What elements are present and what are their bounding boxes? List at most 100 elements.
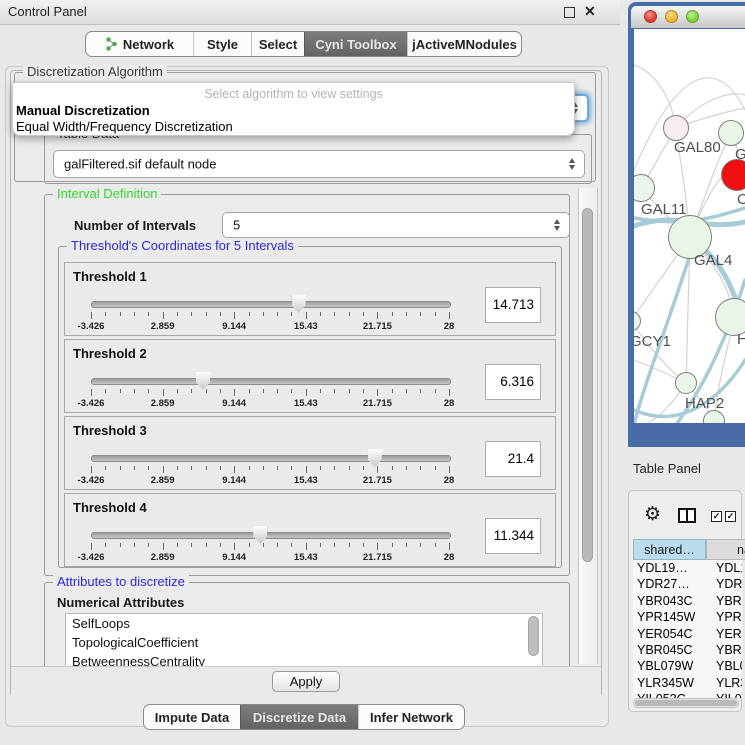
close-icon[interactable]: ✕ xyxy=(584,2,596,20)
tick-label: 2.859 xyxy=(138,475,188,486)
threshold-4-value-field[interactable]: 11.344 xyxy=(485,518,541,554)
threshold-3-row: Threshold 3 -3.426 2.859 9.144 15.43 21.… xyxy=(64,416,556,490)
threshold-3-slider[interactable] xyxy=(91,455,451,462)
list-scrollbar[interactable] xyxy=(528,616,539,656)
table-row[interactable]: YBR045C YBR0 xyxy=(633,642,742,658)
column-header-name[interactable]: na xyxy=(706,539,745,560)
tab-cyni-toolbox[interactable]: Cyni Toolbox xyxy=(304,32,407,56)
tab-network-label: Network xyxy=(123,37,174,52)
threshold-3-label: Threshold 3 xyxy=(73,423,147,438)
slider-ticks xyxy=(91,389,449,397)
close-light-icon[interactable] xyxy=(644,10,657,23)
tab-jactivemnodules[interactable]: jActiveMNodules xyxy=(407,32,521,56)
tick-label: 28 xyxy=(424,475,474,486)
list-item[interactable]: TopologicalCoefficient xyxy=(66,633,542,652)
checkbox-icon[interactable]: ✓ xyxy=(711,511,722,522)
horizontal-scrollbar[interactable] xyxy=(633,698,739,708)
slider-thumb[interactable] xyxy=(196,372,210,390)
tick-label: -3.426 xyxy=(66,398,116,409)
tab-select[interactable]: Select xyxy=(251,32,304,56)
slider-ticks xyxy=(91,466,449,474)
threshold-2-row: Threshold 2 -3.426 2.859 9.144 15.43 21.… xyxy=(64,339,556,413)
tab-network[interactable]: Network xyxy=(86,32,193,56)
table-data-group: Table Data galFiltered.sif default node xyxy=(44,134,592,184)
table-row[interactable]: YER054CYER0 xyxy=(633,626,742,642)
threshold-3-value-field[interactable]: 21.4 xyxy=(485,441,541,477)
zoom-light-icon[interactable] xyxy=(686,10,699,23)
network-node[interactable] xyxy=(675,372,697,394)
table-data-combobox[interactable]: galFiltered.sif default node xyxy=(53,150,585,178)
slider-thumb[interactable] xyxy=(368,449,382,467)
slider-thumb[interactable] xyxy=(292,295,306,313)
tick-label: 9.144 xyxy=(209,321,259,332)
network-node-label: H xyxy=(737,331,745,348)
threshold-4-slider[interactable] xyxy=(91,532,451,539)
list-item[interactable]: SelfLoops xyxy=(66,614,542,633)
table-row[interactable]: YLR345WYLR3 xyxy=(633,675,742,691)
tick-label: 28 xyxy=(424,552,474,563)
tab-style-label: Style xyxy=(207,37,238,52)
column-header-shared[interactable]: shared… xyxy=(633,539,706,560)
network-node-label: C xyxy=(737,191,745,208)
network-node[interactable] xyxy=(721,159,745,191)
column-layout-icon[interactable] xyxy=(678,508,696,523)
interval-definition-title: Interval Definition xyxy=(53,187,161,201)
combo-arrows-icon xyxy=(554,219,560,231)
tick-label: 15.43 xyxy=(281,552,331,563)
popup-option-manual-discretization[interactable]: Manual Discretization xyxy=(16,103,150,118)
slider-thumb[interactable] xyxy=(253,526,267,544)
algorithm-popup-hint: Select algorithm to view settings xyxy=(13,87,574,101)
network-node-label: GAL11 xyxy=(641,201,687,218)
tab-impute-data[interactable]: Impute Data xyxy=(144,705,240,729)
thresholds-group-title: Threshold's Coordinates for 5 Intervals xyxy=(67,239,298,253)
slider-ticks xyxy=(91,312,449,320)
settings-scrollbar-thumb[interactable] xyxy=(582,208,593,562)
algorithm-dropdown-popup: Select algorithm to view settings Manual… xyxy=(12,82,575,136)
gear-icon[interactable]: ⚙ xyxy=(644,505,661,524)
tick-label: 28 xyxy=(424,321,474,332)
threshold-2-value-field[interactable]: 6.316 xyxy=(485,364,541,400)
tick-label: 15.43 xyxy=(281,475,331,486)
cell: YBR0 xyxy=(716,594,742,608)
apply-button[interactable]: Apply xyxy=(272,671,340,692)
table-row[interactable]: YBR043CYBR0 xyxy=(633,593,742,609)
table-row[interactable]: YIL052CYIL0 xyxy=(633,691,742,698)
network-canvas[interactable]: GAL80GACGAL11GAL4GCY1HHAP2 xyxy=(634,29,745,423)
popup-option-equal-width-frequency[interactable]: Equal Width/Frequency Discretization xyxy=(16,119,233,134)
network-window-titlebar[interactable] xyxy=(631,6,745,28)
number-of-intervals-value: 5 xyxy=(233,218,240,233)
tab-discretize-data-label: Discretize Data xyxy=(253,710,346,725)
table-row[interactable]: YPR145WYPR1 xyxy=(633,609,742,625)
network-node[interactable] xyxy=(663,115,689,141)
horizontal-scrollbar-thumb[interactable] xyxy=(635,700,737,706)
table-row[interactable]: YDR27…YDR2 xyxy=(633,576,742,592)
tab-infer-network[interactable]: Infer Network xyxy=(358,705,464,729)
settings-scrollbar[interactable] xyxy=(578,188,598,664)
list-item[interactable]: BetweennessCentrality xyxy=(66,652,542,666)
checkbox-icon[interactable]: ✓ xyxy=(725,511,736,522)
threshold-1-slider[interactable] xyxy=(91,301,451,308)
minimize-light-icon[interactable] xyxy=(665,10,678,23)
network-node-label: GAL4 xyxy=(694,252,732,269)
cell: YBR045C xyxy=(637,643,693,657)
slider-tick-labels: -3.426 2.859 9.144 15.43 21.715 28 xyxy=(91,321,449,333)
slider-tick-labels: -3.426 2.859 9.144 15.43 21.715 28 xyxy=(91,552,449,564)
number-of-intervals-combobox[interactable]: 5 xyxy=(222,212,570,238)
cell: YBR0 xyxy=(716,643,742,657)
network-node-label: HAP2 xyxy=(685,395,724,412)
float-window-icon[interactable] xyxy=(564,7,575,18)
network-node-label: GAL80 xyxy=(674,139,721,156)
threshold-1-value-field[interactable]: 14.713 xyxy=(485,287,541,323)
network-node[interactable] xyxy=(718,120,744,146)
threshold-2-slider[interactable] xyxy=(91,378,451,385)
tab-cyni-toolbox-label: Cyni Toolbox xyxy=(315,37,396,52)
network-node-label: GA xyxy=(735,146,745,163)
table-row[interactable]: YBL079WYBL0 xyxy=(633,658,742,674)
table-row[interactable]: YDL19…YDL1 xyxy=(633,560,742,576)
tab-style[interactable]: Style xyxy=(193,32,251,56)
tab-discretize-data[interactable]: Discretize Data xyxy=(240,705,358,729)
tick-label: 28 xyxy=(424,398,474,409)
control-panel-titlebar: Control Panel ✕ xyxy=(0,0,620,25)
tab-infer-network-label: Infer Network xyxy=(370,710,453,725)
threshold-1-label: Threshold 1 xyxy=(73,269,147,284)
